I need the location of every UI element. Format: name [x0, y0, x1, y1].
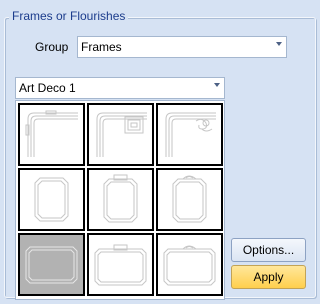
group-dropdown[interactable]: Frames: [77, 36, 287, 58]
corner-square-ornament-icon: [96, 112, 147, 157]
groupbox-legend: Frames or Flourishes: [9, 9, 129, 23]
chevron-down-icon[interactable]: [276, 42, 282, 46]
tall-frame-icon: [34, 177, 69, 222]
gallery-tile-tall-frame-1[interactable]: [18, 168, 85, 231]
apply-button[interactable]: Apply: [231, 265, 306, 289]
frame-set-dropdown[interactable]: Art Deco 1: [15, 77, 225, 99]
gallery-tile-tall-frame-2[interactable]: [87, 168, 154, 231]
gallery-tile-wide-frame-1[interactable]: [18, 233, 85, 296]
wide-frame-icon: [25, 246, 78, 284]
tall-frame-icon: [103, 174, 138, 223]
gallery-tile-corner-square-ornament[interactable]: [87, 103, 154, 166]
group-dropdown-value: Frames: [81, 40, 122, 54]
frames-panel: Frames or Flourishes Group Frames Art De…: [0, 0, 320, 304]
wide-frame-icon: [163, 245, 216, 286]
gallery-tile-corner-swirl-ornament[interactable]: [156, 103, 223, 166]
group-label: Group: [35, 40, 69, 54]
options-button[interactable]: Options...: [231, 238, 306, 262]
wide-frame-icon: [94, 244, 147, 286]
gallery-tile-tall-frame-3[interactable]: [156, 168, 223, 231]
frame-set-dropdown-value: Art Deco 1: [19, 81, 76, 95]
corner-frame-icon: [25, 110, 78, 157]
corner-swirl-ornament-icon: [165, 112, 216, 157]
frame-gallery: [15, 100, 225, 300]
tall-frame-icon: [172, 175, 207, 223]
gallery-tile-wide-frame-2[interactable]: [87, 233, 154, 296]
gallery-tile-wide-frame-3[interactable]: [156, 233, 223, 296]
chevron-down-icon[interactable]: [214, 83, 220, 87]
gallery-tile-corner-plain[interactable]: [18, 103, 85, 166]
